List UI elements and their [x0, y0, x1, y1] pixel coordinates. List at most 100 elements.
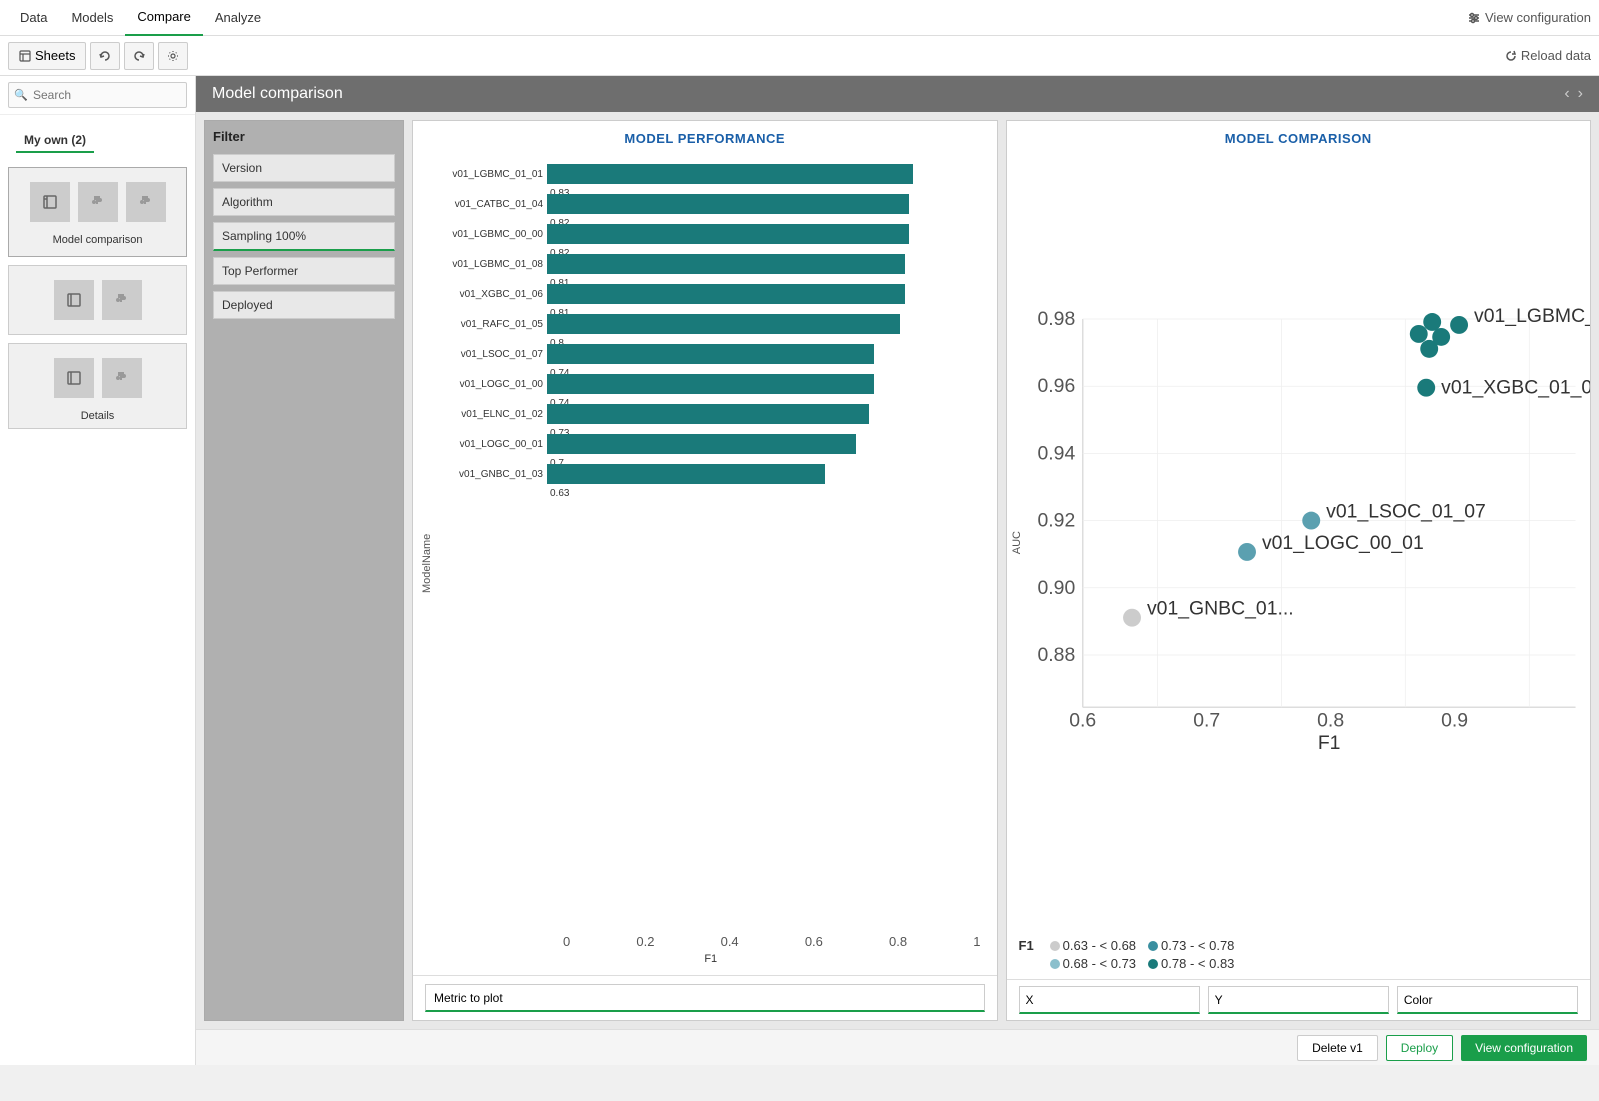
bar[interactable] — [547, 344, 874, 364]
y-axis-input[interactable] — [1208, 986, 1389, 1014]
bar-model-label: v01_LSOC_01_07 — [433, 349, 543, 360]
bar-chart: v01_LGBMC_01_010.83v01_CATBC_01_040.82v0… — [433, 156, 989, 932]
bar[interactable] — [547, 434, 856, 454]
bar[interactable] — [547, 284, 905, 304]
scatter-point — [1238, 543, 1256, 561]
bar[interactable] — [547, 224, 909, 244]
scatter-point — [1423, 313, 1441, 331]
x-axis-ticks: 00.20.40.60.81 — [433, 932, 989, 951]
legend-item-2: 0.73 - < 0.78 — [1148, 938, 1234, 953]
legend-label-2: 0.68 - < 0.73 — [1063, 956, 1136, 971]
x-tick: 0.2 — [636, 934, 654, 949]
x-tick: 0.4 — [721, 934, 739, 949]
model-comparison-panel: MODEL COMPARISON AUC — [1006, 120, 1592, 1021]
bar-row: v01_LOGC_00_010.7 — [433, 430, 989, 458]
sidebar-card-model-comparison[interactable]: Model comparison — [8, 167, 187, 257]
x-tick: 0.6 — [805, 934, 823, 949]
search-input[interactable] — [8, 82, 187, 108]
page-header-nav: ‹ › — [1564, 85, 1583, 103]
view-config-bottom-btn[interactable]: View configuration — [1461, 1035, 1587, 1061]
svg-text:0.94: 0.94 — [1037, 442, 1075, 464]
nav-models[interactable]: Models — [59, 0, 125, 36]
filter-algorithm[interactable]: Algorithm — [213, 188, 395, 216]
legend-item-1: 0.63 - < 0.68 — [1050, 938, 1136, 953]
bar-row: v01_GNBC_01_030.63 — [433, 460, 989, 488]
view-config-label: View configuration — [1485, 10, 1591, 25]
bar-model-label: v01_LGBMC_01_08 — [433, 259, 543, 270]
scatter-point — [1450, 316, 1468, 334]
bar[interactable] — [547, 194, 909, 214]
nav-compare[interactable]: Compare — [125, 0, 202, 36]
top-nav: Data Models Compare Analyze View configu… — [0, 0, 1599, 36]
bar-row: v01_LOGC_01_00 0.74 — [433, 370, 989, 398]
sidebar-card-details[interactable]: Details — [8, 343, 187, 429]
reload-label: Reload data — [1521, 48, 1591, 63]
legend-dot-4 — [1148, 959, 1158, 969]
redo-button[interactable] — [124, 42, 154, 70]
svg-text:0.6: 0.6 — [1069, 710, 1096, 732]
svg-text:v01_GNBC_01...: v01_GNBC_01... — [1146, 598, 1293, 620]
view-configuration-btn[interactable]: View configuration — [1467, 10, 1591, 25]
bar[interactable] — [547, 464, 825, 484]
scatter-y-label: AUC — [1011, 531, 1023, 554]
bar-row: v01_RAFC_01_050.8 — [433, 310, 989, 338]
filter-panel: Filter Version Algorithm Sampling 100% T… — [204, 120, 404, 1021]
svg-text:0.8: 0.8 — [1317, 710, 1344, 732]
bar-container: 0.74 — [547, 374, 989, 394]
charts-area: MODEL PERFORMANCE ModelName v01_LGBMC_01… — [412, 120, 1591, 1021]
bar-container: 0.74 — [547, 344, 989, 364]
sidebar-cards: Model comparison — [0, 159, 195, 437]
legend-label-4: 0.78 - < 0.83 — [1161, 956, 1234, 971]
legend-label-3: 0.73 - < 0.78 — [1161, 938, 1234, 953]
scatter-point — [1302, 512, 1320, 530]
bar-container: 0.81 — [547, 284, 989, 304]
undo-button[interactable] — [90, 42, 120, 70]
bar-model-label: v01_CATBC_01_04 — [433, 199, 543, 210]
x-axis-input[interactable] — [1019, 986, 1200, 1014]
sheets-button[interactable]: Sheets — [8, 42, 86, 70]
legend-dot-1 — [1050, 941, 1060, 951]
filter-sampling[interactable]: Sampling 100% — [213, 222, 395, 251]
toolbar: Sheets Reload data — [0, 36, 1599, 76]
nav-analyze[interactable]: Analyze — [203, 0, 273, 36]
card-icon-export — [30, 182, 70, 222]
filter-version[interactable]: Version — [213, 154, 395, 182]
bar-model-label: v01_RAFC_01_05 — [433, 319, 543, 330]
filter-deployed[interactable]: Deployed — [213, 291, 395, 319]
color-axis-input[interactable] — [1397, 986, 1578, 1014]
bar-model-label: v01_XGBC_01_06 — [433, 289, 543, 300]
bar[interactable] — [547, 374, 874, 394]
bar[interactable] — [547, 164, 913, 184]
bar-container: 0.83 — [547, 164, 989, 184]
prev-page-btn[interactable]: ‹ — [1564, 85, 1569, 103]
delete-button[interactable]: Delete v1 — [1297, 1035, 1378, 1061]
card-icon-export3 — [54, 358, 94, 398]
reload-data-btn[interactable]: Reload data — [1505, 48, 1591, 63]
nav-data[interactable]: Data — [8, 0, 59, 36]
settings-button[interactable] — [158, 42, 188, 70]
svg-text:v01_LSOC_01_07: v01_LSOC_01_07 — [1326, 501, 1486, 523]
content-area: Filter Version Algorithm Sampling 100% T… — [196, 112, 1599, 1029]
model-comparison-title: MODEL COMPARISON — [1007, 121, 1591, 152]
bar[interactable] — [547, 254, 905, 274]
bar-row: v01_CATBC_01_040.82 — [433, 190, 989, 218]
legend-title: F1 — [1019, 938, 1034, 953]
metric-bar — [413, 975, 997, 1020]
filter-top-performer[interactable]: Top Performer — [213, 257, 395, 285]
svg-text:0.88: 0.88 — [1037, 644, 1075, 666]
next-page-btn[interactable]: › — [1578, 85, 1583, 103]
svg-text:0.90: 0.90 — [1037, 577, 1075, 599]
bar-model-label: v01_LOGC_01_00 — [433, 379, 543, 390]
bar[interactable] — [547, 314, 900, 334]
card-icon-puzzle4 — [102, 358, 142, 398]
bar[interactable] — [547, 404, 869, 424]
sidebar-card-2[interactable] — [8, 265, 187, 335]
deploy-button[interactable]: Deploy — [1386, 1035, 1453, 1061]
bar-value: 0.63 — [550, 488, 569, 499]
search-icon: 🔍 — [14, 89, 28, 102]
model-performance-body: ModelName v01_LGBMC_01_010.83v01_CATBC_0… — [413, 152, 997, 975]
scatter-legend: F1 0.63 - < 0.68 0.73 - < 0.78 — [1007, 934, 1591, 979]
svg-text:0.9: 0.9 — [1441, 710, 1468, 732]
bar-row: v01_XGBC_01_06 0.81 — [433, 280, 989, 308]
metric-input[interactable] — [425, 984, 985, 1012]
